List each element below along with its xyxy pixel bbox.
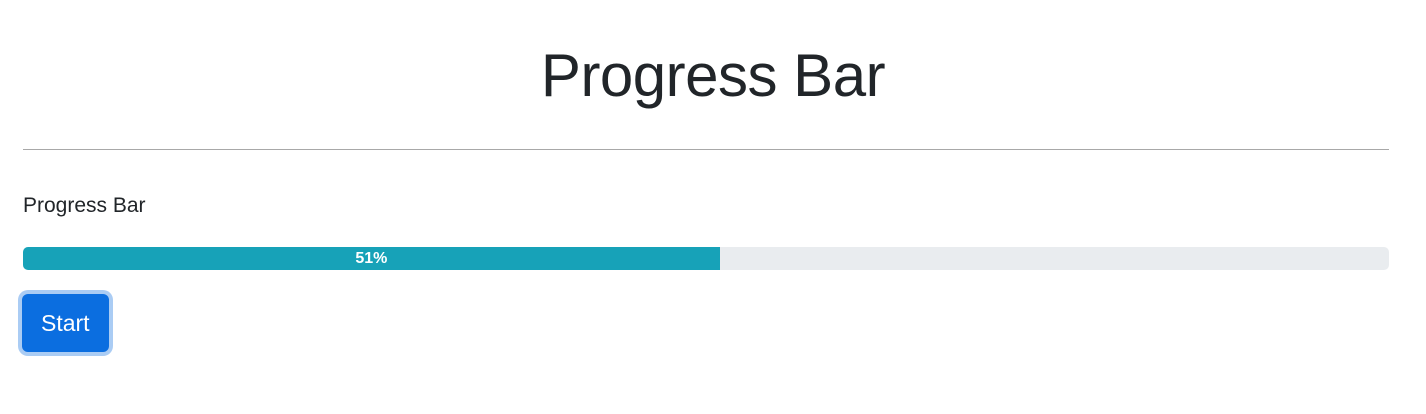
progress-percent-label: 51% <box>355 250 388 267</box>
page-title: Progress Bar <box>540 42 886 109</box>
progress-section-label: Progress Bar <box>23 194 146 217</box>
page: Progress Bar Progress Bar 51% Start <box>0 0 1426 414</box>
progress-bar-fill: 51% <box>23 247 720 270</box>
divider <box>23 149 1389 150</box>
progress-bar-track: 51% <box>23 247 1389 270</box>
start-button[interactable]: Start <box>22 294 109 352</box>
